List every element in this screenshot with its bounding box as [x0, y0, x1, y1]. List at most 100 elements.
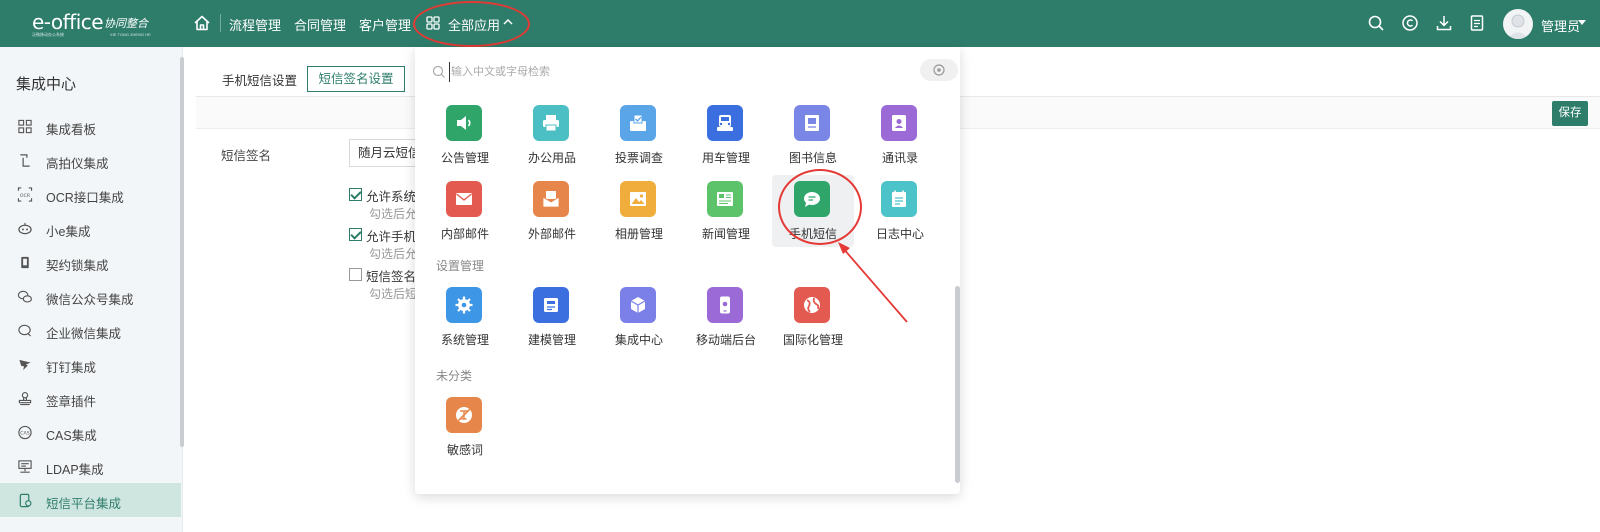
- tab-signature-settings[interactable]: 短信签名设置: [307, 66, 405, 92]
- sidebar-item-label: 短信平台集成: [46, 497, 122, 511]
- tile: [446, 397, 482, 433]
- avatar[interactable]: [1503, 9, 1533, 39]
- sidebar-title: 集成中心: [16, 76, 77, 93]
- tile: [446, 181, 482, 217]
- checkbox-checked[interactable]: [349, 188, 362, 201]
- option-label: 允许系统: [366, 190, 416, 204]
- app-system-admin[interactable]: 系统管理: [424, 281, 506, 353]
- sidebar-item-label: 小e集成: [46, 225, 91, 239]
- app-name: 系统管理: [440, 333, 489, 347]
- sidebar-item-dashboard[interactable]: 集成看板: [0, 109, 181, 143]
- search-icon[interactable]: [1367, 14, 1385, 32]
- app-external-mail[interactable]: 外部邮件: [511, 175, 593, 247]
- tile: [533, 287, 569, 323]
- dingtalk-icon: [19, 359, 31, 371]
- sidebar-item-seal[interactable]: 签章插件: [0, 381, 181, 415]
- sidebar-item-scanner[interactable]: 高拍仪集成: [0, 143, 181, 177]
- app-log-center[interactable]: 日志中心: [859, 175, 941, 247]
- sidebar-item-ldap[interactable]: LDAP集成: [0, 449, 181, 483]
- locate-button[interactable]: [920, 59, 958, 81]
- app-vehicle[interactable]: 用车管理: [685, 99, 767, 171]
- tile: [620, 181, 656, 217]
- app-name: 公告管理: [440, 151, 489, 165]
- checkbox-unchecked[interactable]: [349, 268, 362, 281]
- save-button[interactable]: 保存: [1552, 101, 1588, 126]
- nav-contract[interactable]: 合同管理: [294, 15, 346, 34]
- app-announcement[interactable]: 公告管理: [424, 99, 506, 171]
- mobile-icon: [720, 296, 730, 314]
- checkbox-checked[interactable]: [349, 228, 362, 241]
- logo-text: e-office: [32, 10, 104, 34]
- sidebar-scrollbar[interactable]: [180, 57, 184, 447]
- tile: [707, 287, 743, 323]
- sidebar-item-contract-lock[interactable]: 契约锁集成: [0, 245, 181, 279]
- option-label: 短信签名: [366, 270, 416, 284]
- app-name: 建模管理: [527, 333, 576, 347]
- app-sensitive-words[interactable]: 敏感词: [424, 391, 506, 463]
- logo-slogan: 协同整合: [104, 18, 148, 30]
- app-office-supplies[interactable]: 办公用品: [511, 99, 593, 171]
- sidebar-item-label: CAS集成: [46, 429, 97, 443]
- tab-sms-settings[interactable]: 手机短信设置: [222, 70, 297, 89]
- app-mobile-admin[interactable]: 移动端后台: [685, 281, 767, 353]
- app-library[interactable]: 图书信息: [772, 99, 854, 171]
- sidebar-item-label: LDAP集成: [46, 463, 104, 477]
- app-modeling[interactable]: 建模管理: [511, 281, 593, 353]
- user-name[interactable]: 管理员: [1541, 16, 1580, 35]
- news-icon: [717, 192, 733, 206]
- logo[interactable]: e-office 协同整合 泛微移动办公系统 XIE TONG ZHENG HE: [32, 10, 151, 38]
- app-contacts[interactable]: 通讯录: [859, 99, 941, 171]
- tile: [533, 105, 569, 141]
- download-icon[interactable]: [1435, 14, 1453, 32]
- app-name: 用车管理: [701, 151, 750, 165]
- sidebar-item-label: 高拍仪集成: [46, 157, 109, 171]
- sidebar-item-label: 签章插件: [46, 395, 97, 409]
- nav-customer[interactable]: 客户管理: [359, 15, 411, 34]
- signature-label: 短信签名: [221, 149, 272, 163]
- sidebar-item-label: 钉钉集成: [46, 361, 97, 375]
- app-news[interactable]: 新闻管理: [685, 175, 767, 247]
- log-icon: [892, 190, 906, 207]
- app-album[interactable]: 相册管理: [598, 175, 680, 247]
- sidebar-item-ocr[interactable]: OCR OCR接口集成: [0, 177, 181, 211]
- sidebar-item-label: 企业微信集成: [46, 327, 122, 341]
- home-icon[interactable]: [193, 14, 211, 32]
- sidebar-item-wechat[interactable]: 微信公众号集成: [0, 279, 181, 313]
- top-bar: e-office 协同整合 泛微移动办公系统 XIE TONG ZHENG HE…: [0, 0, 1600, 47]
- app-name: 集成中心: [614, 333, 663, 347]
- contacts-icon: [892, 115, 906, 131]
- sidebar-item-xiaoe[interactable]: 小e集成: [0, 211, 181, 245]
- tile: [881, 181, 917, 217]
- scanner-icon: [20, 154, 30, 167]
- app-name: 通讯录: [881, 151, 918, 165]
- sidebar-item-sms-platform[interactable]: 短信平台集成: [0, 483, 181, 517]
- app-name: 移动端后台: [695, 333, 756, 347]
- app-name: 国际化管理: [782, 333, 843, 347]
- tile: [446, 287, 482, 323]
- sensitive-word-icon: [456, 407, 472, 423]
- svg-text:OCR: OCR: [20, 193, 31, 199]
- annotation-ellipse: [413, 1, 530, 47]
- caret-down-icon[interactable]: [1578, 20, 1586, 26]
- cas-icon: CAS: [18, 425, 32, 440]
- notes-icon[interactable]: [1468, 14, 1486, 32]
- app-internal-mail[interactable]: 内部邮件: [424, 175, 506, 247]
- sidebar-item-label: 集成看板: [46, 123, 97, 137]
- sidebar-item-wework[interactable]: 企业微信集成: [0, 313, 181, 347]
- wework-icon: [18, 324, 32, 337]
- nav-workflow[interactable]: 流程管理: [229, 15, 281, 34]
- app-name: 内部邮件: [440, 227, 489, 241]
- search-icon: [432, 65, 445, 78]
- sidebar-item-dingtalk[interactable]: 钉钉集成: [0, 347, 181, 381]
- annotation-circle: [778, 169, 862, 245]
- sidebar-item-cas[interactable]: CAS CAS集成: [0, 415, 181, 449]
- tile: [794, 287, 830, 323]
- app-integration-center[interactable]: 集成中心: [598, 281, 680, 353]
- app-name: 相册管理: [614, 227, 663, 241]
- signature-input[interactable]: 随月云短信: [349, 139, 419, 167]
- copyright-icon[interactable]: [1401, 14, 1419, 32]
- apps-search-input[interactable]: [449, 62, 809, 82]
- app-vote[interactable]: 投票调查: [598, 99, 680, 171]
- app-name: 外部邮件: [527, 227, 576, 241]
- apps-panel-scrollbar[interactable]: [955, 286, 960, 483]
